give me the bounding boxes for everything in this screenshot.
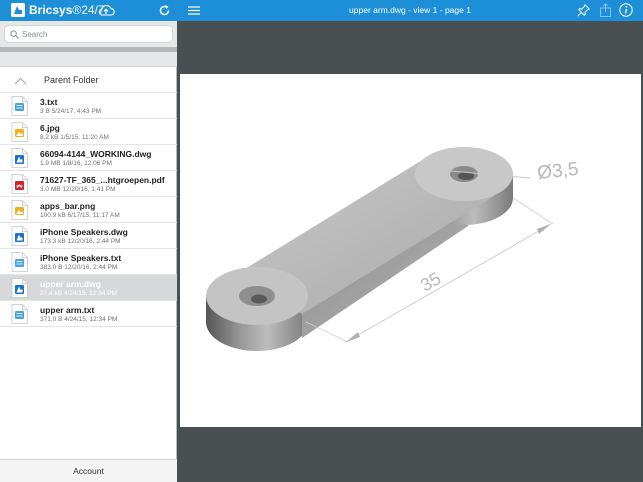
parent-folder-label: Parent Folder — [44, 75, 99, 85]
brand-name: Bricsys — [29, 3, 73, 17]
file-row[interactable]: 3.txt 3 B 5/24/17, 4:43 PM — [0, 93, 177, 119]
dwg-file-icon — [11, 226, 28, 246]
file-meta: 100.9 kB 6/17/15, 11:17 AM — [40, 212, 120, 219]
upper-arm-drawing: Ø3,5 35 — [206, 147, 580, 351]
search-bar — [0, 21, 177, 47]
diameter-dimension: Ø3,5 — [536, 159, 579, 184]
account-label: Account — [73, 466, 104, 476]
file-name: upper arm.txt — [40, 305, 95, 315]
file-row[interactable]: 6.jpg 8.2 kB 1/5/15, 11:20 AM — [0, 119, 177, 145]
drawing-viewer: upper arm.dwg - view 1 - page 1 Ø3,5 35 — [177, 0, 643, 482]
file-meta: 383.0 B 12/20/16, 2:44 PM — [40, 264, 118, 271]
text-file-icon — [11, 252, 28, 272]
file-row[interactable]: apps_bar.png 100.9 kB 6/17/15, 11:17 AM — [0, 197, 177, 223]
pin-icon[interactable] — [577, 4, 590, 17]
file-name: apps_bar.png — [40, 201, 96, 211]
search-input[interactable] — [22, 27, 170, 42]
file-meta: 3.0 MB 12/20/16, 1:41 PM — [40, 186, 116, 193]
info-icon[interactable] — [619, 3, 633, 17]
pdf-file-icon — [11, 174, 28, 194]
file-meta: 3 B 5/24/17, 4:43 PM — [40, 108, 102, 115]
file-row[interactable]: 66094-4144_WORKING.dwg 1.9 MB 1/8/16, 12:… — [0, 145, 177, 171]
file-name: iPhone Speakers.dwg — [40, 227, 128, 237]
file-name: upper arm.dwg — [40, 279, 101, 289]
account-bar[interactable]: Account — [0, 459, 177, 482]
file-name: 3.txt — [40, 97, 58, 107]
file-row[interactable]: upper arm.dwg 27.4 kB 4/24/15, 12:34 PM — [0, 275, 177, 301]
file-meta: 1.9 MB 1/8/16, 12:06 PM — [40, 160, 112, 167]
file-row[interactable]: upper arm.txt 371.0 B 4/24/15, 12:34 PM — [0, 301, 177, 327]
refresh-icon[interactable] — [158, 4, 171, 17]
viewer-header: upper arm.dwg - view 1 - page 1 — [177, 0, 643, 21]
search-icon — [10, 30, 19, 39]
sidebar-header: Bricsys®24/7 — [0, 0, 177, 21]
menu-icon[interactable] — [188, 6, 200, 15]
cloud-upload-icon[interactable] — [97, 3, 115, 17]
share-icon[interactable] — [600, 3, 611, 17]
file-name: 66094-4144_WORKING.dwg — [40, 149, 152, 159]
sidebar-divider — [0, 47, 177, 67]
file-row[interactable]: 71627-TF_365_...htgroepen.pdf 3.0 MB 12/2… — [0, 171, 177, 197]
file-name: 71627-TF_365_...htgroepen.pdf — [40, 175, 165, 185]
text-file-icon — [11, 304, 28, 324]
length-dimension: 35 — [417, 268, 444, 295]
file-list: 3.txt 3 B 5/24/17, 4:43 PM 6.jpg 8.2 kB 1/5… — [0, 93, 177, 327]
brand-title: Bricsys®24/7 — [29, 3, 105, 17]
file-name: 6.jpg — [40, 123, 60, 133]
file-meta: 27.4 kB 4/24/15, 12:34 PM — [40, 290, 117, 297]
dwg-file-icon — [11, 278, 28, 298]
parent-folder-row[interactable]: Parent Folder — [0, 68, 177, 93]
file-row[interactable]: iPhone Speakers.txt 383.0 B 12/20/16, 2:4… — [0, 249, 177, 275]
text-file-icon — [11, 96, 28, 116]
search-field[interactable] — [4, 25, 173, 43]
image-file-icon — [11, 122, 28, 142]
drawing-canvas[interactable]: Ø3,5 35 — [180, 74, 641, 427]
file-browser-sidebar: Bricsys®24/7 Parent Folder 3.txt3 B 5/24… — [0, 0, 177, 482]
bricsys-logo-icon — [11, 3, 25, 17]
file-name: iPhone Speakers.txt — [40, 253, 122, 263]
file-meta: 173.3 kB 12/20/16, 2:44 PM — [40, 238, 121, 245]
image-file-icon — [11, 200, 28, 220]
chevron-up-icon — [14, 77, 27, 85]
file-row[interactable]: iPhone Speakers.dwg 173.3 kB 12/20/16, 2:… — [0, 223, 177, 249]
file-meta: 8.2 kB 1/5/15, 11:20 AM — [40, 134, 109, 141]
dwg-file-icon — [11, 148, 28, 168]
document-title: upper arm.dwg - view 1 - page 1 — [349, 5, 471, 15]
file-meta: 371.0 B 4/24/15, 12:34 PM — [40, 316, 118, 323]
